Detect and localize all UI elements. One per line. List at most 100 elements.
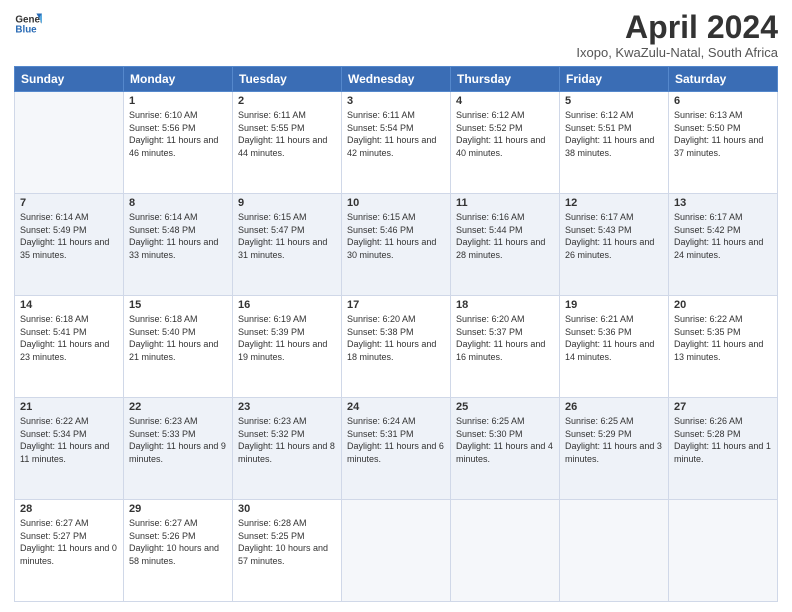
cell-info: Sunrise: 6:18 AMSunset: 5:41 PMDaylight:… [20,313,118,363]
cell-info: Sunrise: 6:12 AMSunset: 5:51 PMDaylight:… [565,109,663,159]
cell-info: Sunrise: 6:19 AMSunset: 5:39 PMDaylight:… [238,313,336,363]
day-number: 11 [456,197,554,209]
cell-info: Sunrise: 6:10 AMSunset: 5:56 PMDaylight:… [129,109,227,159]
table-row: 19 Sunrise: 6:21 AMSunset: 5:36 PMDayligh… [560,296,669,398]
table-row: 14 Sunrise: 6:18 AMSunset: 5:41 PMDayligh… [15,296,124,398]
weekday-thursday: Thursday [451,67,560,92]
day-number: 13 [674,197,772,209]
weekday-monday: Monday [124,67,233,92]
table-row: 21Sunrise: 6:22 AMSunset: 5:34 PMDayligh… [15,398,124,500]
table-row: 28 Sunrise: 6:27 AMSunset: 5:27 PMDayligh… [15,500,124,602]
table-row: 1 Sunrise: 6:10 AMSunset: 5:56 PMDaylight… [124,92,233,194]
cell-info: Sunrise: 6:25 AMSunset: 5:30 PMDaylight:… [456,415,554,465]
table-row: 8 Sunrise: 6:14 AMSunset: 5:48 PMDaylight… [124,194,233,296]
day-number: 5 [565,95,663,107]
day-number: 2 [238,95,336,107]
day-number: 12 [565,197,663,209]
table-row: 30 Sunrise: 6:28 AMSunset: 5:25 PMDayligh… [233,500,342,602]
main-title: April 2024 [576,10,778,45]
cell-info: Sunrise: 6:27 AMSunset: 5:26 PMDaylight:… [129,517,227,567]
cell-info: Sunrise: 6:13 AMSunset: 5:50 PMDaylight:… [674,109,772,159]
logo-icon: General Blue [14,10,42,38]
table-row: 2 Sunrise: 6:11 AMSunset: 5:55 PMDaylight… [233,92,342,194]
day-number: 3 [347,95,445,107]
day-number: 10 [347,197,445,209]
cell-info: Sunrise: 6:23 AMSunset: 5:32 PMDaylight:… [238,415,336,465]
table-row [669,500,778,602]
day-number: 19 [565,299,663,311]
cell-info: Sunrise: 6:11 AMSunset: 5:54 PMDaylight:… [347,109,445,159]
day-number: 15 [129,299,227,311]
calendar-week-row: 1 Sunrise: 6:10 AMSunset: 5:56 PMDaylight… [15,92,778,194]
day-number: 24 [347,401,445,413]
table-row: 13 Sunrise: 6:17 AMSunset: 5:42 PMDayligh… [669,194,778,296]
table-row: 16Sunrise: 6:19 AMSunset: 5:39 PMDayligh… [233,296,342,398]
day-number: 9 [238,197,336,209]
table-row: 24 Sunrise: 6:24 AMSunset: 5:31 PMDayligh… [342,398,451,500]
cell-info: Sunrise: 6:17 AMSunset: 5:42 PMDaylight:… [674,211,772,261]
cell-info: Sunrise: 6:23 AMSunset: 5:33 PMDaylight:… [129,415,227,465]
day-number: 8 [129,197,227,209]
cell-info: Sunrise: 6:24 AMSunset: 5:31 PMDaylight:… [347,415,445,465]
day-number: 25 [456,401,554,413]
day-number: 14 [20,299,118,311]
day-number: 29 [129,503,227,515]
table-row: 5 Sunrise: 6:12 AMSunset: 5:51 PMDaylight… [560,92,669,194]
calendar-week-row: 28 Sunrise: 6:27 AMSunset: 5:27 PMDayligh… [15,500,778,602]
day-number: 21 [20,401,118,413]
day-number: 7 [20,197,118,209]
table-row [451,500,560,602]
day-number: 17 [347,299,445,311]
cell-info: Sunrise: 6:18 AMSunset: 5:40 PMDaylight:… [129,313,227,363]
cell-info: Sunrise: 6:14 AMSunset: 5:49 PMDaylight:… [20,211,118,261]
cell-info: Sunrise: 6:20 AMSunset: 5:38 PMDaylight:… [347,313,445,363]
table-row: 25 Sunrise: 6:25 AMSunset: 5:30 PMDayligh… [451,398,560,500]
cell-info: Sunrise: 6:22 AMSunset: 5:35 PMDaylight:… [674,313,772,363]
cell-info: Sunrise: 6:11 AMSunset: 5:55 PMDaylight:… [238,109,336,159]
table-row: 3 Sunrise: 6:11 AMSunset: 5:54 PMDaylight… [342,92,451,194]
table-row: 6 Sunrise: 6:13 AMSunset: 5:50 PMDaylight… [669,92,778,194]
subtitle: Ixopo, KwaZulu-Natal, South Africa [576,45,778,60]
title-block: April 2024 Ixopo, KwaZulu-Natal, South A… [576,10,778,60]
cell-info: Sunrise: 6:20 AMSunset: 5:37 PMDaylight:… [456,313,554,363]
cell-info: Sunrise: 6:28 AMSunset: 5:25 PMDaylight:… [238,517,336,567]
calendar: Sunday Monday Tuesday Wednesday Thursday… [14,66,778,602]
logo: General Blue [14,10,42,38]
cell-info: Sunrise: 6:17 AMSunset: 5:43 PMDaylight:… [565,211,663,261]
table-row [560,500,669,602]
weekday-wednesday: Wednesday [342,67,451,92]
cell-info: Sunrise: 6:14 AMSunset: 5:48 PMDaylight:… [129,211,227,261]
day-number: 4 [456,95,554,107]
table-row: 9 Sunrise: 6:15 AMSunset: 5:47 PMDaylight… [233,194,342,296]
header: General Blue April 2024 Ixopo, KwaZulu-N… [14,10,778,60]
cell-info: Sunrise: 6:26 AMSunset: 5:28 PMDaylight:… [674,415,772,465]
table-row: 26Sunrise: 6:25 AMSunset: 5:29 PMDayligh… [560,398,669,500]
cell-info: Sunrise: 6:15 AMSunset: 5:47 PMDaylight:… [238,211,336,261]
cell-info: Sunrise: 6:15 AMSunset: 5:46 PMDaylight:… [347,211,445,261]
day-number: 1 [129,95,227,107]
table-row: 23Sunrise: 6:23 AMSunset: 5:32 PMDayligh… [233,398,342,500]
calendar-week-row: 21Sunrise: 6:22 AMSunset: 5:34 PMDayligh… [15,398,778,500]
table-row: 22Sunrise: 6:23 AMSunset: 5:33 PMDayligh… [124,398,233,500]
weekday-tuesday: Tuesday [233,67,342,92]
table-row: 15 Sunrise: 6:18 AMSunset: 5:40 PMDayligh… [124,296,233,398]
day-number: 30 [238,503,336,515]
cell-info: Sunrise: 6:21 AMSunset: 5:36 PMDaylight:… [565,313,663,363]
table-row: 29 Sunrise: 6:27 AMSunset: 5:26 PMDayligh… [124,500,233,602]
cell-info: Sunrise: 6:27 AMSunset: 5:27 PMDaylight:… [20,517,118,567]
table-row [15,92,124,194]
day-number: 28 [20,503,118,515]
day-number: 27 [674,401,772,413]
table-row: 27 Sunrise: 6:26 AMSunset: 5:28 PMDayligh… [669,398,778,500]
table-row: 20 Sunrise: 6:22 AMSunset: 5:35 PMDayligh… [669,296,778,398]
table-row: 7 Sunrise: 6:14 AMSunset: 5:49 PMDaylight… [15,194,124,296]
table-row: 10 Sunrise: 6:15 AMSunset: 5:46 PMDayligh… [342,194,451,296]
day-number: 18 [456,299,554,311]
cell-info: Sunrise: 6:12 AMSunset: 5:52 PMDaylight:… [456,109,554,159]
cell-info: Sunrise: 6:25 AMSunset: 5:29 PMDaylight:… [565,415,663,465]
day-number: 6 [674,95,772,107]
day-number: 20 [674,299,772,311]
calendar-week-row: 7 Sunrise: 6:14 AMSunset: 5:49 PMDaylight… [15,194,778,296]
table-row [342,500,451,602]
table-row: 17 Sunrise: 6:20 AMSunset: 5:38 PMDayligh… [342,296,451,398]
